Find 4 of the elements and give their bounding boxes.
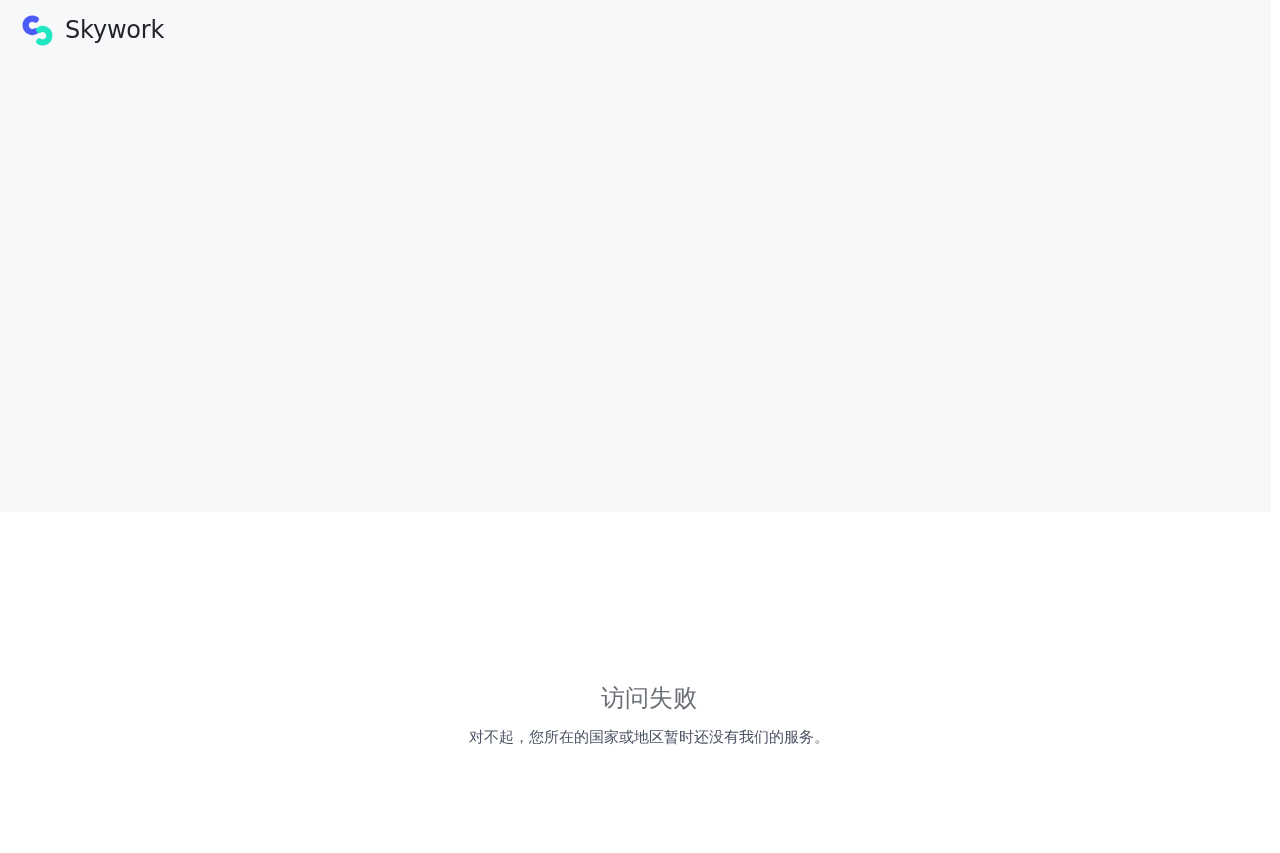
error-title: 访问失败: [601, 683, 697, 713]
logo-wordmark: Skywork: [65, 15, 165, 46]
error-message: 对不起，您所在的国家或地区暂时还没有我们的服务。: [469, 727, 829, 747]
logo-icon: [21, 13, 54, 47]
